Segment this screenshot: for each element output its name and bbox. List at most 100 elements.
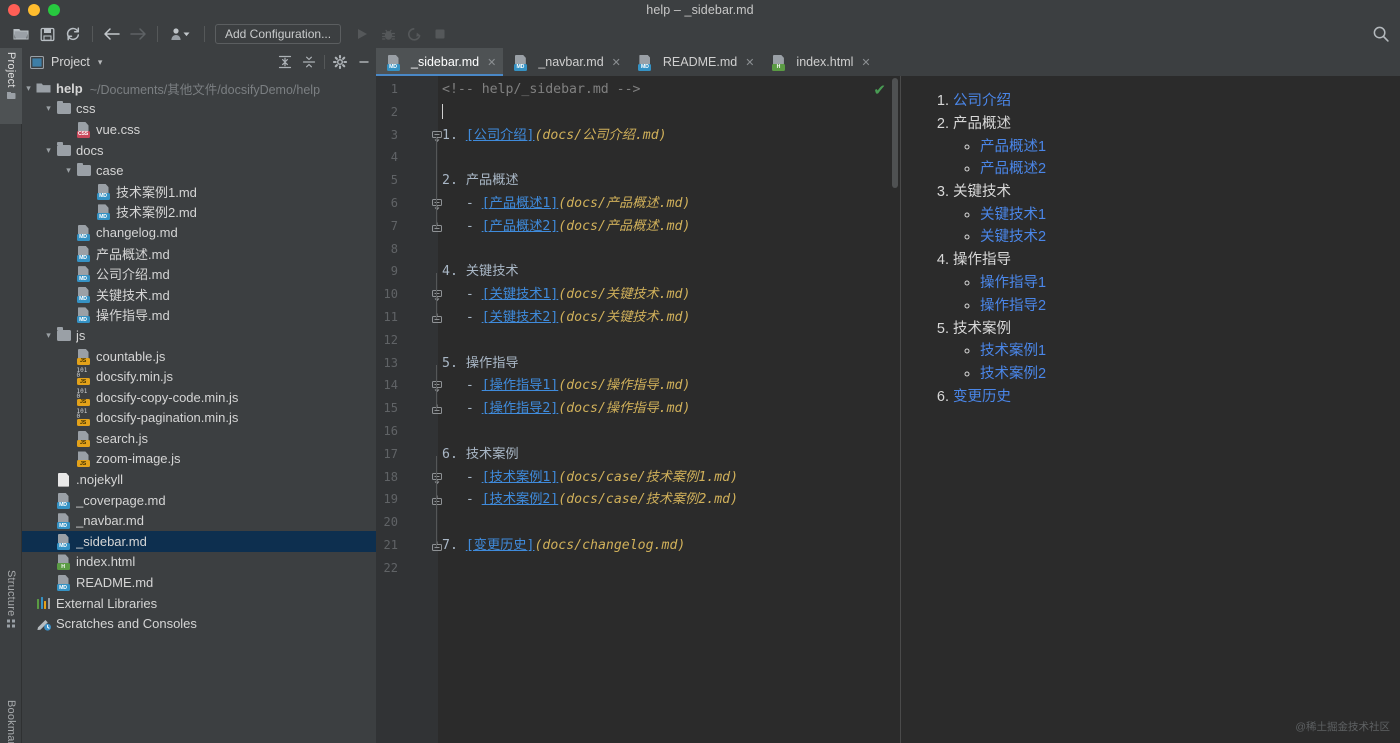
preview-sublink[interactable]: 技术案例2 (980, 366, 1046, 382)
editor-tab--sidebar-md[interactable]: MD_sidebar.md✕ (376, 48, 503, 76)
arrow-left-icon[interactable] (99, 22, 125, 46)
tree-node-3[interactable]: ▾docs (22, 140, 376, 161)
sidebar-item-project[interactable]: Project (0, 48, 22, 124)
preview-sublink[interactable]: 关键技术2 (980, 229, 1046, 245)
tree-node-12[interactable]: ▾js (22, 325, 376, 346)
code-line-13[interactable]: 5. 操作指导 (438, 353, 900, 376)
add-configuration-button[interactable]: Add Configuration... (215, 24, 341, 44)
line-number-12: 12 (384, 333, 398, 347)
preview-link[interactable]: 公司介绍 (953, 93, 1011, 109)
chevron-down-icon[interactable]: ▾ (98, 57, 103, 68)
code-line-12[interactable] (438, 330, 900, 353)
tree-node-4[interactable]: ▾case (22, 160, 376, 181)
refresh-icon[interactable] (60, 22, 86, 46)
code-line-11[interactable]: - [关键技术2](docs/关键技术.md) (438, 307, 900, 330)
code-line-22[interactable] (438, 558, 900, 581)
code-line-9[interactable]: 4. 关键技术 (438, 261, 900, 284)
editor-tab--navbar-md[interactable]: MD_navbar.md✕ (503, 48, 628, 76)
code-line-8[interactable] (438, 239, 900, 262)
tree-expand-arrow[interactable]: ▾ (42, 330, 55, 341)
code-line-19[interactable]: - [技术案例2](docs/case/技术案例2.md) (438, 489, 900, 512)
preview-sublink[interactable]: 技术案例1 (980, 343, 1046, 359)
close-icon[interactable]: ✕ (487, 56, 496, 69)
tree-node-19[interactable]: .nojekyll (22, 469, 376, 490)
tree-node-7[interactable]: MDchangelog.md (22, 222, 376, 243)
traffic-lights[interactable] (8, 4, 60, 16)
code-line-2[interactable] (438, 102, 900, 125)
gear-icon[interactable] (328, 51, 352, 73)
code-editor[interactable]: 12345678910111213141516171819202122 <!--… (376, 76, 900, 743)
tree-expand-arrow[interactable]: ▾ (22, 83, 35, 94)
tree-node-17[interactable]: JSsearch.js (22, 428, 376, 449)
close-icon[interactable]: ✕ (612, 56, 621, 69)
tree-node-11[interactable]: MD操作指导.md (22, 305, 376, 326)
minimize-icon[interactable] (352, 51, 376, 73)
code-line-3[interactable]: 1. [公司介绍](docs/公司介绍.md) (438, 125, 900, 148)
preview-sublink[interactable]: 产品概述1 (980, 139, 1046, 155)
tree-node-5[interactable]: MD技术案例1.md (22, 181, 376, 202)
tree-node-16[interactable]: 1010JSdocsify-pagination.min.js (22, 408, 376, 429)
tree-expand-arrow[interactable]: ▾ (62, 165, 75, 176)
tree-node-24[interactable]: MDREADME.md (22, 572, 376, 593)
tree-node-6[interactable]: MD技术案例2.md (22, 202, 376, 223)
tree-node-20[interactable]: MD_coverpage.md (22, 490, 376, 511)
tree-node-23[interactable]: Hindex.html (22, 552, 376, 573)
code-line-18[interactable]: - [技术案例1](docs/case/技术案例1.md) (438, 467, 900, 490)
tree-node-8[interactable]: MD产品概述.md (22, 243, 376, 264)
collapse-all-icon[interactable] (297, 51, 321, 73)
editor-scrollbar[interactable] (890, 76, 900, 743)
tree-node-21[interactable]: MD_navbar.md (22, 510, 376, 531)
tree-node-15[interactable]: 1010JSdocsify-copy-code.min.js (22, 387, 376, 408)
editor-tab-bar[interactable]: MD_sidebar.md✕MD_navbar.md✕MDREADME.md✕H… (376, 48, 1400, 76)
tree-node-13[interactable]: JScountable.js (22, 346, 376, 367)
editor-tab-index-html[interactable]: Hindex.html✕ (761, 48, 877, 76)
code-line-17[interactable]: 6. 技术案例 (438, 444, 900, 467)
tree-node-14[interactable]: 1010JSdocsify.min.js (22, 366, 376, 387)
editor-scrollbar-thumb[interactable] (892, 78, 898, 188)
code-line-1[interactable]: <!-- help/_sidebar.md --> (438, 79, 900, 102)
preview-link[interactable]: 变更历史 (953, 389, 1011, 405)
check-icon[interactable]: ✔ (873, 81, 886, 99)
tree-node-10[interactable]: MD关键技术.md (22, 284, 376, 305)
close-window-button[interactable] (8, 4, 20, 16)
tree-node-0[interactable]: ▾help~/Documents/其他文件/docsifyDemo/help (22, 78, 376, 99)
zoom-window-button[interactable] (48, 4, 60, 16)
save-icon[interactable] (34, 22, 60, 46)
sidebar-item-structure[interactable]: Structure (0, 566, 22, 654)
code-line-6[interactable]: - [产品概述1](docs/产品概述.md) (438, 193, 900, 216)
code-line-7[interactable]: - [产品概述2](docs/产品概述.md) (438, 216, 900, 239)
code-line-5[interactable]: 2. 产品概述 (438, 170, 900, 193)
code-line-21[interactable]: 7. [变更历史](docs/changelog.md) (438, 535, 900, 558)
code-line-14[interactable]: - [操作指导1](docs/操作指导.md) (438, 375, 900, 398)
search-icon[interactable] (1372, 25, 1390, 43)
preview-sublink[interactable]: 操作指导2 (980, 298, 1046, 314)
sidebar-item-bookmarks[interactable]: Bookmarks (0, 696, 22, 743)
tree-node-1[interactable]: ▾css (22, 99, 376, 120)
close-icon[interactable]: ✕ (745, 56, 754, 69)
code-line-16[interactable] (438, 421, 900, 444)
tree-node-18[interactable]: JSzoom-image.js (22, 449, 376, 470)
project-tree[interactable]: ▾help~/Documents/其他文件/docsifyDemo/help▾c… (22, 76, 376, 743)
expand-all-icon[interactable] (273, 51, 297, 73)
code-line-4[interactable] (438, 147, 900, 170)
tree-expand-arrow[interactable]: ▾ (42, 103, 55, 114)
editor-code-area[interactable]: <!-- help/_sidebar.md --> 1. [公司介绍](docs/… (438, 76, 900, 743)
code-line-15[interactable]: - [操作指导2](docs/操作指导.md) (438, 398, 900, 421)
tree-expand-arrow[interactable]: ▾ (42, 145, 55, 156)
tree-node-25[interactable]: External Libraries (22, 593, 376, 614)
code-line-20[interactable] (438, 512, 900, 535)
tree-node-2[interactable]: CSSvue.css (22, 119, 376, 140)
preview-sublink[interactable]: 关键技术1 (980, 207, 1046, 223)
code-line-10[interactable]: - [关键技术1](docs/关键技术.md) (438, 284, 900, 307)
editor-gutter[interactable]: 12345678910111213141516171819202122 (376, 76, 438, 743)
preview-sublink[interactable]: 操作指导1 (980, 275, 1046, 291)
tree-node-9[interactable]: MD公司介绍.md (22, 263, 376, 284)
vcs-update-icon[interactable] (164, 22, 198, 46)
editor-tab-readme-md[interactable]: MDREADME.md✕ (628, 48, 762, 76)
close-icon[interactable]: ✕ (861, 56, 870, 69)
folder-open-icon[interactable] (8, 22, 34, 46)
preview-sublink[interactable]: 产品概述2 (980, 161, 1046, 177)
minimize-window-button[interactable] (28, 4, 40, 16)
tree-node-22[interactable]: MD_sidebar.md (22, 531, 376, 552)
tree-node-26[interactable]: Scratches and Consoles (22, 613, 376, 634)
